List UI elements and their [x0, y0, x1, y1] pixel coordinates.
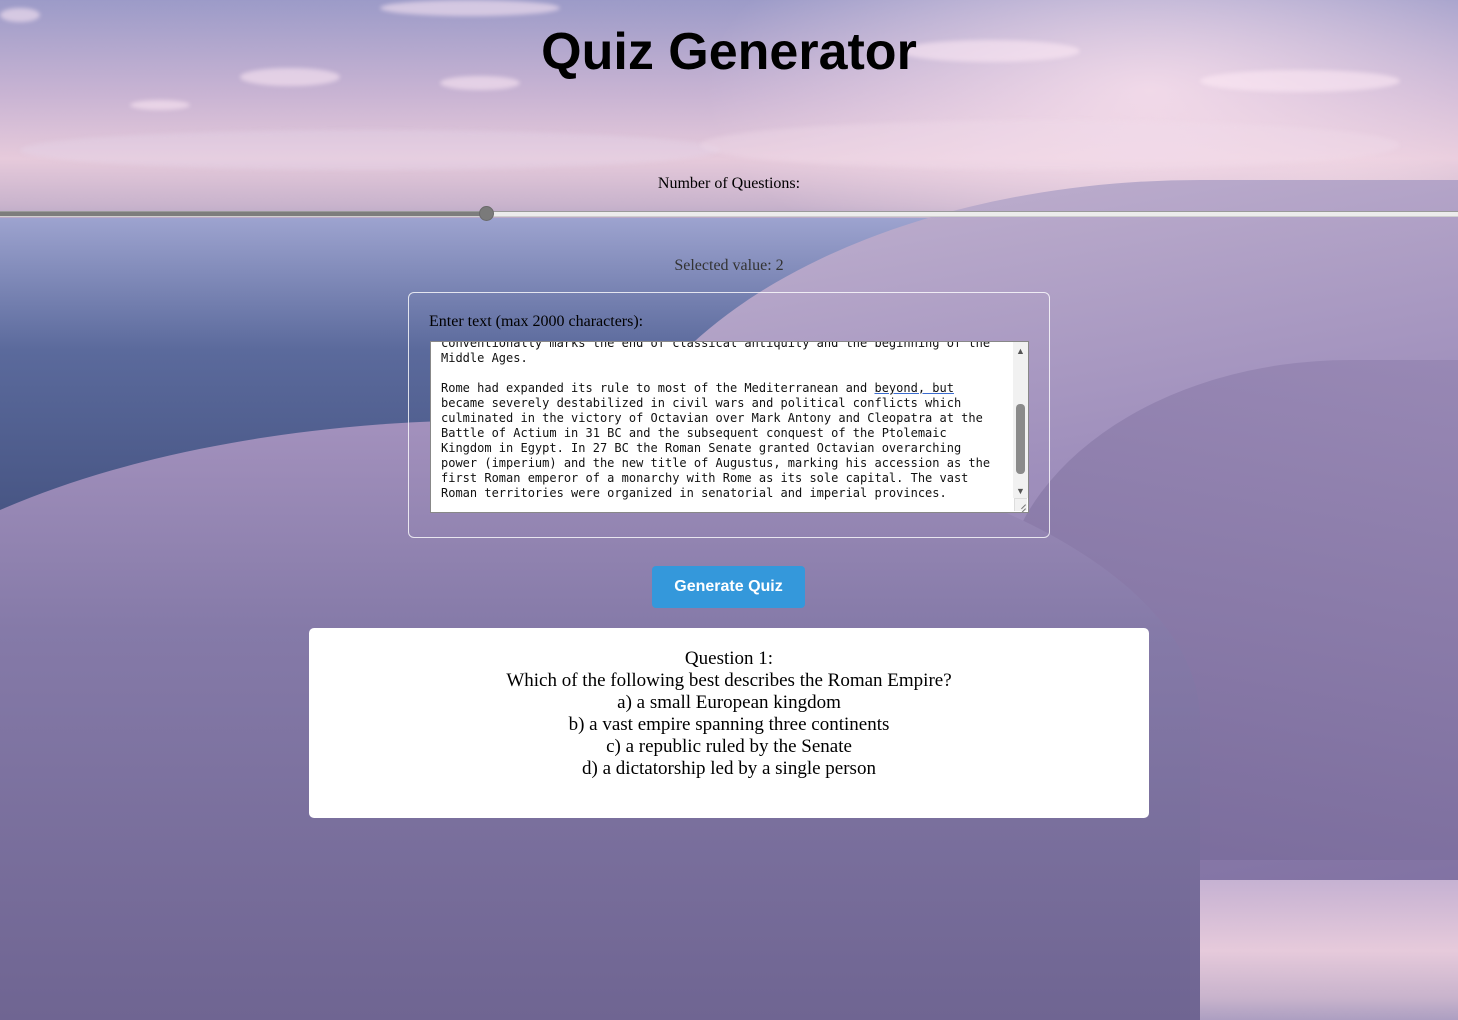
text-input-content: conventionally marks the end of classica… — [441, 341, 991, 500]
answer-option: d) a dictatorship led by a single person — [582, 758, 876, 779]
scrollbar-thumb[interactable] — [1016, 404, 1025, 474]
questions-slider-track[interactable] — [0, 211, 1458, 217]
answer-option: c) a republic ruled by the Senate — [606, 736, 852, 757]
text-input-area[interactable]: conventionally marks the end of classica… — [430, 341, 1029, 513]
page-title: Quiz Generator — [541, 23, 917, 81]
textarea-scrollbar[interactable]: ▲ ▼ — [1013, 342, 1028, 498]
spellcheck-underline: beyond, but — [874, 381, 954, 395]
selected-value-text: Selected value: 2 — [674, 257, 784, 274]
quiz-output-card: Question 1: Which of the following best … — [309, 628, 1149, 818]
answer-option: a) a small European kingdom — [617, 692, 841, 713]
question-text: Which of the following best describes th… — [506, 670, 952, 691]
text-input-panel: Enter text (max 2000 characters): conven… — [408, 292, 1050, 538]
questions-slider-thumb[interactable] — [479, 206, 494, 221]
text-input-label: Enter text (max 2000 characters): — [429, 313, 644, 330]
scroll-up-arrow-icon[interactable]: ▲ — [1013, 344, 1028, 358]
answer-option: b) a vast empire spanning three continen… — [568, 714, 890, 735]
slider-label: Number of Questions: — [657, 175, 801, 192]
slider-fill — [0, 212, 486, 216]
question-heading: Question 1: — [684, 648, 774, 669]
scroll-down-arrow-icon[interactable]: ▼ — [1013, 484, 1028, 498]
resize-grip-icon[interactable] — [1014, 498, 1027, 511]
generate-quiz-button[interactable]: Generate Quiz — [652, 566, 805, 608]
